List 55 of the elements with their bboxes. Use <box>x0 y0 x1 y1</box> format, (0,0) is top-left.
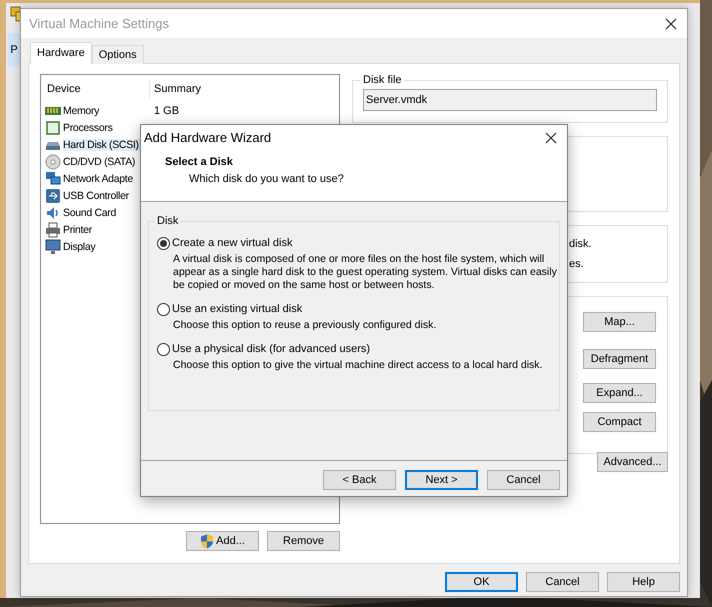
column-header[interactable]: Summary <box>149 81 339 98</box>
usb-icon <box>45 188 61 204</box>
info-text: es. <box>569 257 584 272</box>
option-label[interactable]: Use a physical disk (for advanced users) <box>172 343 370 355</box>
window-title: Add Hardware Wizard <box>144 130 272 145</box>
wizard-button[interactable]: Next > <box>405 470 478 490</box>
chip-icon <box>45 120 61 136</box>
window-title: Virtual Machine Settings <box>29 16 169 31</box>
option-description: A virtual disk is composed of one or more files on the host file system, which will appear as a single hard disk to the guest operating system. Virtual disks can easily be copied or moved on the same host or between hosts. <box>173 253 558 292</box>
device-name[interactable]: Memory <box>63 104 100 116</box>
group-label: Disk file <box>362 74 403 86</box>
info-text: disk. <box>569 237 592 252</box>
column-header[interactable]: Device <box>41 81 149 98</box>
dialog-button[interactable]: Help <box>607 572 680 592</box>
device-name[interactable]: Hard Disk (SCSI) <box>63 138 140 150</box>
wizard-button[interactable]: < Back <box>323 470 396 490</box>
disc-icon <box>45 154 61 170</box>
printer-icon <box>45 222 61 238</box>
radio-button[interactable] <box>157 236 170 250</box>
option-description: Choose this option to reuse a previously configured disk. <box>173 319 438 332</box>
device-name[interactable]: Display <box>63 240 96 252</box>
device-name[interactable]: Processors <box>63 122 114 134</box>
dialog-button[interactable]: OK <box>445 572 518 592</box>
option-description: Choose this option to give the virtual machine direct access to a local hard disk. <box>173 359 544 372</box>
utility-button[interactable]: Expand... <box>583 383 656 403</box>
option-label[interactable]: Create a new virtual disk <box>172 237 292 249</box>
tab[interactable]: Hardware <box>30 42 92 64</box>
wizard-button[interactable]: Cancel <box>487 470 560 490</box>
radio-button[interactable] <box>157 302 170 316</box>
shield-icon <box>200 534 214 548</box>
utility-button[interactable]: Compact <box>583 412 656 432</box>
wizard-heading: Select a Disk <box>165 156 234 170</box>
device-name[interactable]: Printer <box>63 224 93 236</box>
wizard-subheading: Which disk do you want to use? <box>188 173 345 187</box>
group-label: Disk <box>156 215 180 227</box>
tab-label[interactable]: P <box>8 33 20 67</box>
tab[interactable]: Options <box>92 45 144 64</box>
advanced-button[interactable]: Advanced... <box>597 452 668 472</box>
remove-button[interactable]: Remove <box>267 531 340 551</box>
radio-button[interactable] <box>157 342 170 356</box>
device-name[interactable]: Network Adapte <box>63 172 134 184</box>
utility-button[interactable]: Defragment <box>583 349 656 369</box>
device-name[interactable]: USB Controller <box>63 190 130 202</box>
add-button[interactable]: Add... <box>186 531 259 551</box>
close-icon[interactable] <box>665 18 677 30</box>
utility-button[interactable]: Map... <box>583 312 656 332</box>
dialog-button[interactable]: Cancel <box>526 572 599 592</box>
summary-text: 1 GB <box>153 104 180 116</box>
option-label[interactable]: Use an existing virtual disk <box>172 303 302 315</box>
close-icon[interactable] <box>545 132 557 144</box>
device-name[interactable]: Sound Card <box>63 206 118 218</box>
device-name[interactable]: CD/DVD (SATA) <box>63 156 136 168</box>
monitor-icon <box>45 238 61 254</box>
disk-file-field[interactable]: Server.vmdk <box>363 89 657 111</box>
monitors-icon <box>45 170 61 186</box>
